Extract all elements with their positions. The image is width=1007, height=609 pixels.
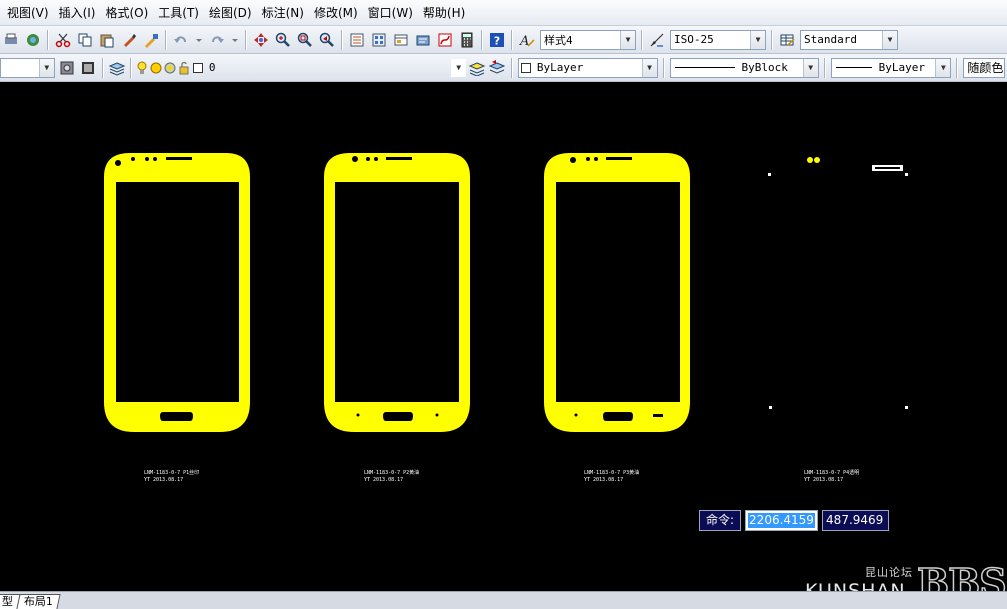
drawing-canvas[interactable]: LNM-1183-0-7 P1丝印 YT 2013.08.17 LNM-1183… xyxy=(0,82,1007,606)
svg-text:A: A xyxy=(519,34,529,48)
command-prompt-label: 命令: xyxy=(699,510,742,531)
match-properties-icon[interactable] xyxy=(119,30,139,50)
linetype-sample xyxy=(674,67,735,68)
menu-modify[interactable]: 修改(M) xyxy=(309,0,363,26)
phone-label-p2: LNM-1183-0-7 P2黄油 YT 2013.08.17 xyxy=(364,470,420,483)
phone-label-p1: LNM-1183-0-7 P1丝印 YT 2013.08.17 xyxy=(144,470,200,483)
design-center-icon[interactable] xyxy=(369,30,389,50)
sheet-set-icon[interactable] xyxy=(413,30,433,50)
chevron-down-icon[interactable]: ▼ xyxy=(620,30,635,49)
publish-icon[interactable] xyxy=(23,30,43,50)
make-object-layer-current-icon[interactable] xyxy=(467,58,486,78)
cut-icon[interactable] xyxy=(53,30,73,50)
layer-viewport-icon[interactable] xyxy=(164,58,176,78)
table-style-icon[interactable] xyxy=(777,30,797,50)
phone-outline-p2[interactable] xyxy=(324,153,470,432)
redo-icon[interactable] xyxy=(207,30,227,50)
chevron-down-icon[interactable]: ▼ xyxy=(641,58,657,77)
layer-previous-icon[interactable] xyxy=(488,58,507,78)
standard-toolbar: ? A 样式4 ▼ ISO-25 ▼ Standard ▼ xyxy=(0,26,1007,54)
lineweight-control-select[interactable]: ByLayer ▼ xyxy=(830,57,952,78)
plot-style-value: 随颜色 xyxy=(967,61,1004,75)
menu-dimension[interactable]: 标注(N) xyxy=(257,0,309,26)
layer-on-icon[interactable] xyxy=(136,58,148,78)
phone-outline-p4[interactable] xyxy=(768,157,908,409)
text-style-icon[interactable]: A xyxy=(517,30,537,50)
chevron-down-icon[interactable]: ▼ xyxy=(750,30,765,49)
markup-icon[interactable] xyxy=(435,30,455,50)
tool-palettes-icon[interactable] xyxy=(391,30,411,50)
layer-properties-icon[interactable] xyxy=(108,58,127,78)
undo-icon[interactable] xyxy=(171,30,191,50)
lineweight-value: ByLayer xyxy=(878,61,925,74)
color-swatch xyxy=(520,62,531,73)
menu-insert[interactable]: 插入(I) xyxy=(54,0,101,26)
layers-properties-toolbar: ▼ 0 ▼ ByLayer ▼ ByBlock ▼ ByLayer ▼ 随颜色 xyxy=(0,54,1007,82)
table-style-value: Standard xyxy=(804,33,857,46)
dimension-style-value: ISO-25 xyxy=(674,33,714,46)
menu-draw[interactable]: 绘图(D) xyxy=(204,0,257,26)
chevron-down-icon[interactable]: ▼ xyxy=(38,58,54,77)
plot-icon[interactable] xyxy=(1,30,21,50)
phone-label-p3: LNM-1183-0-7 P3黄油 YT 2013.08.17 xyxy=(584,470,640,483)
redo-dropdown-icon[interactable] xyxy=(229,30,241,50)
text-style-select[interactable]: 样式4 ▼ xyxy=(540,29,636,50)
dimension-style-icon[interactable] xyxy=(647,30,667,50)
watermark-forum-text: 昆山论坛 xyxy=(865,566,913,579)
menu-help[interactable]: 帮助(H) xyxy=(418,0,470,26)
coordinate-x-value: 2206.4159 xyxy=(748,513,815,528)
block-editor-icon[interactable] xyxy=(141,30,161,50)
table-style-select[interactable]: Standard ▼ xyxy=(800,29,898,50)
menu-tools[interactable]: 工具(T) xyxy=(153,0,204,26)
phone-outline-p3[interactable] xyxy=(544,153,690,432)
zoom-realtime-icon[interactable] xyxy=(273,30,293,50)
linetype-value: ByBlock xyxy=(741,61,788,74)
dynamic-input: 命令: 2206.4159 487.9469 xyxy=(699,510,890,531)
pan-icon[interactable] xyxy=(251,30,271,50)
text-style-value: 样式4 xyxy=(544,33,573,47)
chevron-down-icon[interactable]: ▼ xyxy=(882,30,897,49)
phone-outline-p1[interactable] xyxy=(104,153,250,432)
undo-dropdown-icon[interactable] xyxy=(193,30,205,50)
copy-icon[interactable] xyxy=(75,30,95,50)
menu-window[interactable]: 窗口(W) xyxy=(363,0,418,26)
workspace-select[interactable]: ▼ xyxy=(0,57,55,78)
properties-icon[interactable] xyxy=(347,30,367,50)
menu-view[interactable]: 视图(V) xyxy=(2,0,54,26)
lineweight-sample xyxy=(835,67,872,68)
linetype-control-select[interactable]: ByBlock ▼ xyxy=(669,57,819,78)
layer-thaw-icon[interactable] xyxy=(150,58,162,78)
coordinate-x-input[interactable]: 2206.4159 xyxy=(745,510,819,531)
chevron-down-icon[interactable]: ▼ xyxy=(802,58,818,77)
zoom-window-icon[interactable] xyxy=(295,30,315,50)
chevron-down-icon[interactable]: ▼ xyxy=(451,58,467,77)
coordinate-y-input[interactable]: 487.9469 xyxy=(822,510,890,531)
menu-format[interactable]: 格式(O) xyxy=(100,0,153,26)
zoom-previous-icon[interactable] xyxy=(317,30,337,50)
layer-name: 0 xyxy=(208,61,216,74)
plot-style-select[interactable]: 随颜色 xyxy=(963,57,1005,78)
calculator-icon[interactable] xyxy=(457,30,477,50)
menu-bar: 视图(V) 插入(I) 格式(O) 工具(T) 绘图(D) 标注(N) 修改(M… xyxy=(0,0,1007,26)
tab-layout1[interactable]: 布局1 xyxy=(16,594,61,609)
workspace-settings-icon[interactable] xyxy=(58,58,77,78)
color-control-select[interactable]: ByLayer ▼ xyxy=(517,57,658,78)
layer-select[interactable]: 0 ▼ xyxy=(206,58,467,78)
help-icon[interactable]: ? xyxy=(487,30,507,50)
color-value: ByLayer xyxy=(536,61,584,74)
layout-tab-bar: 型 布局1 xyxy=(0,591,1007,609)
layer-tool-icon[interactable] xyxy=(79,58,98,78)
phone-label-p4: LNM-1183-0-7 P4透明 YT 2013.08.17 xyxy=(804,470,860,483)
chevron-down-icon[interactable]: ▼ xyxy=(935,58,951,77)
layer-lock-icon[interactable] xyxy=(178,58,190,78)
dimension-style-select[interactable]: ISO-25 ▼ xyxy=(670,29,766,50)
paste-icon[interactable] xyxy=(97,30,117,50)
svg-text:?: ? xyxy=(494,34,500,47)
layer-color-swatch xyxy=(193,62,203,73)
